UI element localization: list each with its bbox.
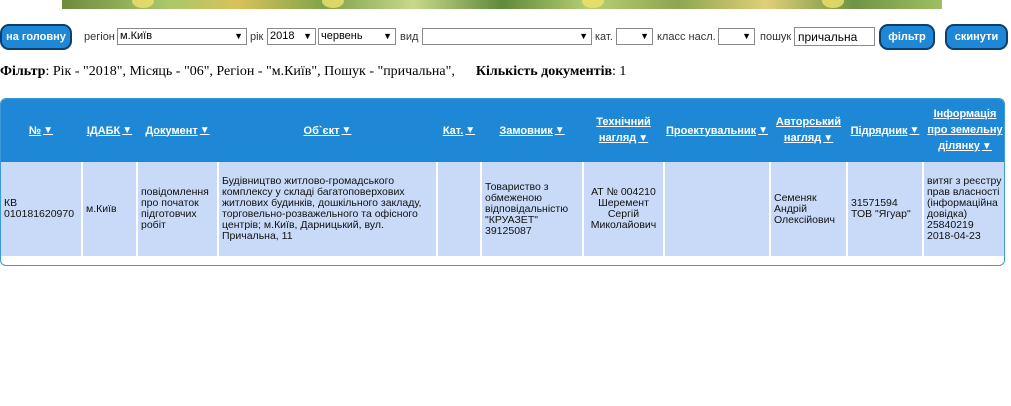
cell-document: повідомлення про початок підготовчих роб… (138, 162, 217, 256)
banner-image (62, 0, 942, 9)
filter-summary-text: : Рік - "2018", Місяць - "06", Регіон - … (45, 64, 455, 79)
filter-summary-label: Фільтр (0, 64, 46, 79)
column-header-designer[interactable]: Проектувальник ▼ (665, 99, 769, 162)
cell-customer: Товариство з обмеженою відповідальністю … (482, 162, 582, 256)
chevron-down-icon: ▼ (579, 31, 588, 41)
search-label: пошук (760, 31, 792, 43)
category-label: кат. (595, 31, 613, 43)
sort-icon: ▼ (341, 124, 352, 136)
sort-icon: ▼ (981, 141, 992, 152)
cell-number: КВ 010181620970 (1, 162, 81, 256)
cell-idabk: м.Київ (83, 162, 136, 256)
cell-text: Будівництво житлово-громадського комплек… (222, 175, 422, 242)
reset-button[interactable]: скинути (945, 24, 1008, 50)
class-select[interactable]: ▼ (718, 28, 755, 45)
sort-icon: ▼ (554, 124, 565, 136)
column-header-label-line2: про земельну (927, 124, 1003, 136)
filter-toolbar: на головну регіон м.Київ ▼ рік 2018 ▼ че… (0, 24, 1011, 50)
cell-text: м.Київ (86, 202, 117, 215)
column-header-tech-supervision[interactable]: Технічний нагляд ▼ (584, 99, 663, 162)
cell-text: 31571594 ТОВ "Ягуар" (851, 197, 911, 220)
chevron-down-icon: ▼ (640, 31, 649, 41)
filter-button[interactable]: фільтр (879, 24, 935, 50)
cell-text: КВ 010181620970 (4, 197, 75, 220)
class-label: класс насл. (657, 31, 716, 43)
column-header-label-line3: ділянку (938, 140, 980, 152)
month-select[interactable]: червень ▼ (318, 28, 396, 45)
column-header-category[interactable]: Кат. ▼ (438, 99, 480, 162)
cell-text: витяг з реєстру прав власності (інформац… (927, 175, 1002, 242)
chevron-down-icon: ▼ (383, 31, 392, 41)
sort-icon: ▼ (638, 133, 649, 144)
column-header-idabk[interactable]: ІДАБК ▼ (83, 99, 136, 162)
column-header-author-supervision[interactable]: Авторський нагляд ▼ (771, 99, 846, 162)
document-count-value: : 1 (612, 64, 627, 79)
year-label: рік (250, 31, 264, 43)
column-header-label: Підрядник (850, 124, 908, 137)
region-select-value: м.Київ (120, 30, 153, 42)
column-header-label: Кат. (442, 124, 464, 137)
sort-icon: ▼ (909, 124, 920, 136)
home-button[interactable]: на головну (0, 24, 72, 50)
chevron-down-icon: ▼ (742, 31, 751, 41)
documents-table: № ▼ ІДАБК ▼ Документ ▼ Об`єкт ▼ Кат. ▼ Замовн… (0, 98, 1005, 266)
column-header-contractor[interactable]: Підрядник ▼ (848, 99, 922, 162)
cell-text: Товариство з обмеженою відповідальністю … (485, 180, 569, 237)
cell-designer (665, 162, 769, 256)
column-header-label: ІДАБК (86, 124, 121, 137)
cell-text: АТ № 004210 Шеремент Сергій Миколайович (590, 186, 657, 231)
column-header-label: № (28, 124, 42, 137)
cell-category (438, 162, 480, 256)
column-header-number[interactable]: № ▼ (1, 99, 81, 162)
sort-icon: ▼ (43, 124, 54, 136)
column-header-label: Об`єкт (303, 124, 340, 137)
sort-icon: ▼ (122, 124, 133, 136)
column-header-label: Авторський (775, 116, 842, 128)
column-header-label-line2: нагляд (783, 132, 822, 144)
filter-summary: Фільтр: Рік - "2018", Місяць - "06", Рег… (0, 64, 626, 80)
column-header-label-line2: нагляд (598, 132, 637, 144)
column-header-label: Технічний (596, 116, 651, 128)
column-header-label: Проектувальник (665, 124, 757, 137)
column-header-object[interactable]: Об`єкт ▼ (219, 99, 436, 162)
cell-land-info: витяг з реєстру прав власності (інформац… (924, 162, 1004, 256)
cell-text: повідомлення про початок підготовчих роб… (141, 186, 209, 231)
sort-icon: ▼ (465, 124, 476, 136)
region-select[interactable]: м.Київ ▼ (117, 28, 247, 45)
year-select-value: 2018 (270, 30, 295, 42)
sort-icon: ▼ (758, 124, 769, 136)
category-select[interactable]: ▼ (616, 28, 653, 45)
sort-icon: ▼ (199, 124, 210, 136)
column-header-label: Документ (145, 124, 198, 137)
chevron-down-icon: ▼ (234, 31, 243, 41)
region-label: регіон (84, 31, 115, 43)
month-select-value: червень (321, 30, 363, 42)
chevron-down-icon: ▼ (303, 31, 312, 41)
column-header-customer[interactable]: Замовник ▼ (482, 99, 582, 162)
cell-object: Будівництво житлово-громадського комплек… (219, 162, 436, 256)
column-header-document[interactable]: Документ ▼ (138, 99, 217, 162)
cell-tech-supervision: АТ № 004210 Шеремент Сергій Миколайович (584, 162, 663, 256)
sort-icon: ▼ (823, 133, 834, 144)
year-select[interactable]: 2018 ▼ (267, 28, 316, 45)
column-header-label: Інформація (933, 108, 997, 120)
cell-contractor: 31571594 ТОВ "Ягуар" (848, 162, 922, 256)
cell-author-supervision: Семеняк Андрій Олексійович (771, 162, 846, 256)
document-count-label: Кількість документів (475, 64, 613, 79)
column-header-label: Замовник (499, 124, 553, 137)
cell-text: Семеняк Андрій Олексійович (774, 191, 835, 226)
column-header-land-info[interactable]: Інформація про земельну ділянку ▼ (924, 99, 1004, 162)
type-select[interactable]: ▼ (422, 28, 592, 45)
search-input[interactable] (794, 27, 875, 46)
type-label: вид (400, 31, 419, 43)
